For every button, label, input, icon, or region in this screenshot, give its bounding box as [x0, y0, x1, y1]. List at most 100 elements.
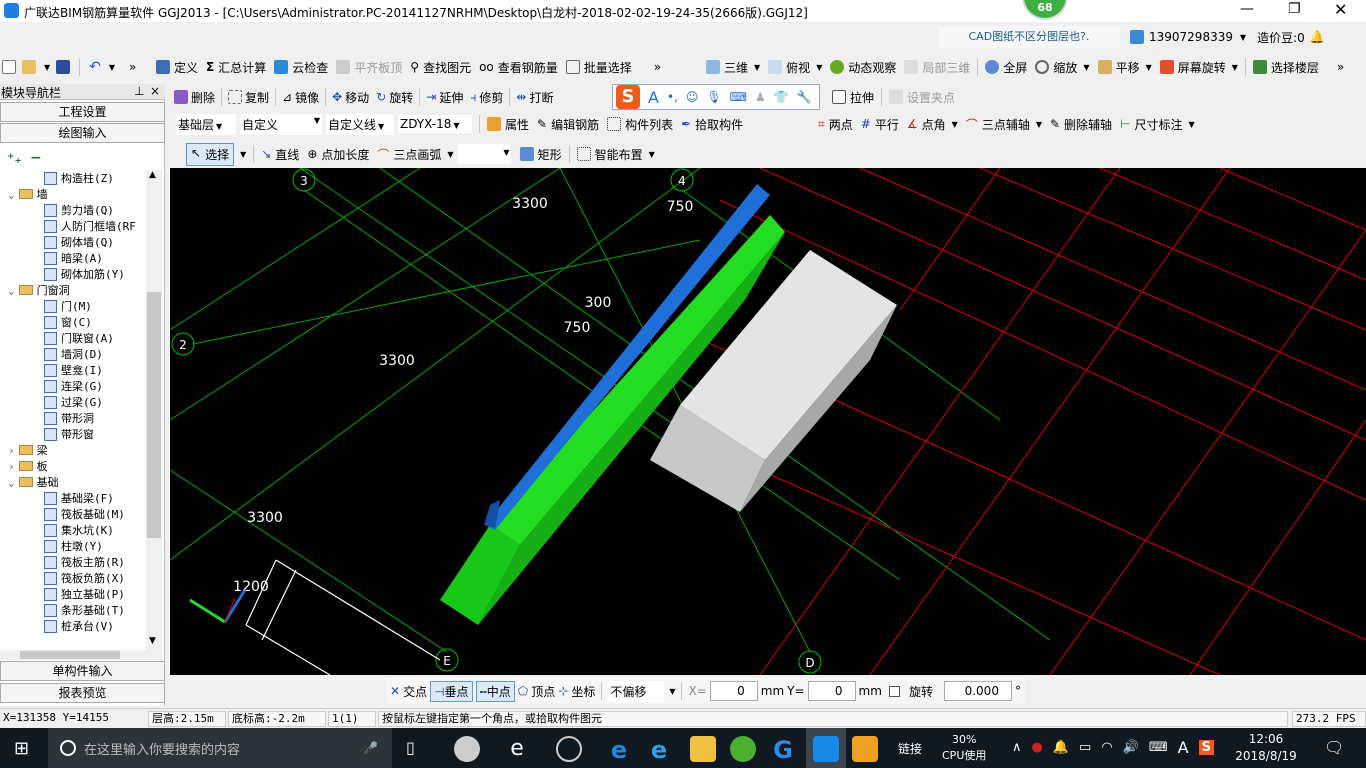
battery-icon[interactable]: ▭	[1079, 740, 1091, 755]
cloud-check-button[interactable]: 云检查	[292, 59, 328, 76]
mirror-button[interactable]: 镜像	[295, 89, 319, 106]
ime-indicator[interactable]: A	[1178, 738, 1189, 757]
pin-icon[interactable]: ⊥	[134, 84, 144, 98]
tree-vscrollbar[interactable]: ▲ ▼	[146, 170, 162, 650]
notification-bell-icon[interactable]: 🔔	[1053, 740, 1069, 755]
delete-axis-button[interactable]: 删除辅轴	[1064, 116, 1112, 133]
link-label[interactable]: 链接	[898, 740, 922, 757]
tree-folder[interactable]: › 梁	[8, 442, 48, 458]
edge-icon[interactable]: e	[606, 736, 632, 764]
ie-icon[interactable]: e	[646, 736, 672, 764]
expand-all-icon[interactable]: ⁺₊	[7, 151, 22, 167]
define-button[interactable]: 定义	[174, 59, 198, 76]
wrench-icon[interactable]: 🔧	[797, 90, 812, 104]
viewport-canvas[interactable]: 3 4 2 E D 3300 750 300 750 3300 3300 120…	[169, 167, 1366, 676]
tree-item[interactable]: 柱墩(Y)	[44, 538, 103, 554]
tree-item[interactable]: 窗(C)	[44, 314, 92, 330]
action-center-icon[interactable]: 🗨	[1324, 738, 1344, 757]
chevron-right-icon[interactable]: ›	[8, 444, 15, 457]
move-button[interactable]: 移动	[345, 89, 369, 106]
dimension-button[interactable]: 尺寸标注	[1135, 116, 1183, 133]
windows-start-icon[interactable]: ⊞	[14, 738, 29, 759]
fullscreen-button[interactable]: 全屏	[1003, 59, 1027, 76]
ime-mode-icon[interactable]: A	[648, 88, 659, 107]
file-explorer-icon[interactable]	[690, 736, 716, 762]
project-settings-button[interactable]: 工程设置	[0, 102, 165, 122]
copy-button[interactable]: 复制	[245, 89, 269, 106]
pick-component-button[interactable]: 拾取构件	[695, 116, 743, 133]
volume-icon[interactable]: 🔊	[1123, 740, 1139, 755]
three-point-axis-button[interactable]: 三点辅轴	[982, 116, 1030, 133]
top-view-button[interactable]: 俯视	[786, 59, 810, 76]
two-point-button[interactable]: 两点	[829, 116, 853, 133]
wifi-icon[interactable]: ◠	[1101, 740, 1112, 755]
glodon-ggj-icon[interactable]	[813, 736, 839, 762]
overflow-icon[interactable]: »	[129, 60, 136, 74]
tree-item[interactable]: 筏板主筋(R)	[44, 554, 125, 570]
save-icon[interactable]	[56, 60, 71, 74]
rectangle-button[interactable]: 矩形	[538, 146, 562, 163]
rotate-button[interactable]: 旋转	[389, 89, 413, 106]
break-button[interactable]: 打断	[529, 89, 553, 106]
emoji-icon[interactable]: ☺	[686, 90, 699, 104]
tree-item[interactable]: 带形洞	[44, 410, 94, 426]
tree-item[interactable]: 连梁(G)	[44, 378, 103, 394]
tree-item[interactable]: 剪力墙(Q)	[44, 202, 114, 218]
point-angle-button[interactable]: 点角	[922, 116, 946, 133]
trim-button[interactable]: 修剪	[479, 89, 503, 106]
open-folder-icon[interactable]	[22, 60, 36, 74]
tree-item[interactable]: 人防门框墙(RF	[44, 218, 136, 234]
tray-chevron-icon[interactable]: ∧	[1012, 740, 1022, 755]
zoom-button[interactable]: 缩放	[1053, 59, 1077, 76]
sogou-tray-icon[interactable]: S	[1198, 740, 1214, 755]
tree-folder[interactable]: ⌄ 墙	[8, 186, 48, 202]
tree-item[interactable]: 独立基础(P)	[44, 586, 125, 602]
component-name-select[interactable]: ZDYX-18 ▼	[398, 115, 472, 133]
tree-item[interactable]: 过梁(G)	[44, 394, 103, 410]
rotate-checkbox[interactable]	[888, 685, 900, 697]
select-floor-button[interactable]: 选择楼层	[1271, 59, 1319, 76]
partial-3d-button[interactable]: 局部三维	[922, 59, 970, 76]
snap-vertex[interactable]: 顶点	[531, 683, 555, 700]
undo-icon[interactable]: ↶	[89, 59, 101, 75]
sogou-icon[interactable]: S	[616, 85, 640, 109]
scroll-thumb[interactable]	[147, 292, 161, 538]
set-grip-button[interactable]: 设置夹点	[907, 89, 955, 106]
arc-option-select[interactable]: ▼	[457, 144, 510, 164]
flush-slab-button[interactable]: 平齐板顶	[354, 59, 402, 76]
green-browser-icon[interactable]	[730, 736, 756, 762]
chevron-right-icon[interactable]: ›	[8, 460, 15, 473]
snap-intersection[interactable]: 交点	[403, 683, 427, 700]
tree-item[interactable]: 门(M)	[44, 298, 92, 314]
edit-rebar-button[interactable]: 编辑钢筋	[551, 116, 599, 133]
touch-keyboard-icon[interactable]: ⌨	[1149, 740, 1168, 755]
chevron-down-icon[interactable]: ⌄	[8, 284, 15, 297]
screen-rotate-button[interactable]: 屏幕旋转	[1178, 59, 1226, 76]
offset-select[interactable]: 不偏移	[608, 680, 665, 702]
report-preview-button[interactable]: 报表预览	[0, 683, 165, 703]
component-list-button[interactable]: 构件列表	[625, 116, 673, 133]
calculate-button[interactable]: 汇总计算	[218, 59, 266, 76]
beans-count[interactable]: 造价豆:0	[1257, 29, 1305, 46]
y-input[interactable]	[807, 681, 856, 701]
snap-perpendicular[interactable]: ⊣垂点	[430, 680, 473, 702]
mic-icon[interactable]: 🎤	[363, 741, 378, 755]
snap-coordinate[interactable]: 坐标	[571, 683, 595, 700]
tree-folder[interactable]: ⌄ 门窗洞	[8, 282, 70, 298]
tree-item[interactable]: 带形窗	[44, 426, 94, 442]
tree-item[interactable]: 基础梁(F)	[44, 490, 114, 506]
swirl-app-icon[interactable]	[556, 736, 582, 762]
notification-badge[interactable]: 68	[1022, 0, 1068, 20]
tree-hscrollbar[interactable]	[0, 650, 162, 660]
tree-item[interactable]: 构造柱(Z)	[44, 170, 114, 186]
subtype-select[interactable]: 自定义线 ▼	[326, 113, 394, 135]
tree-item[interactable]: 门联窗(A)	[44, 330, 114, 346]
restore-button[interactable]: ❐	[1288, 1, 1301, 17]
view-rebar-button[interactable]: 查看钢筋量	[498, 59, 558, 76]
ie-old-icon[interactable]: e	[504, 736, 530, 762]
tree-item[interactable]: 砌体墙(Q)	[44, 234, 114, 250]
stretch-button[interactable]: 拉伸	[850, 89, 874, 106]
orbit-button[interactable]: 动态观察	[848, 59, 896, 76]
tree-item[interactable]: 墙洞(D)	[44, 346, 103, 362]
skin-icon[interactable]: 👕	[774, 90, 789, 104]
